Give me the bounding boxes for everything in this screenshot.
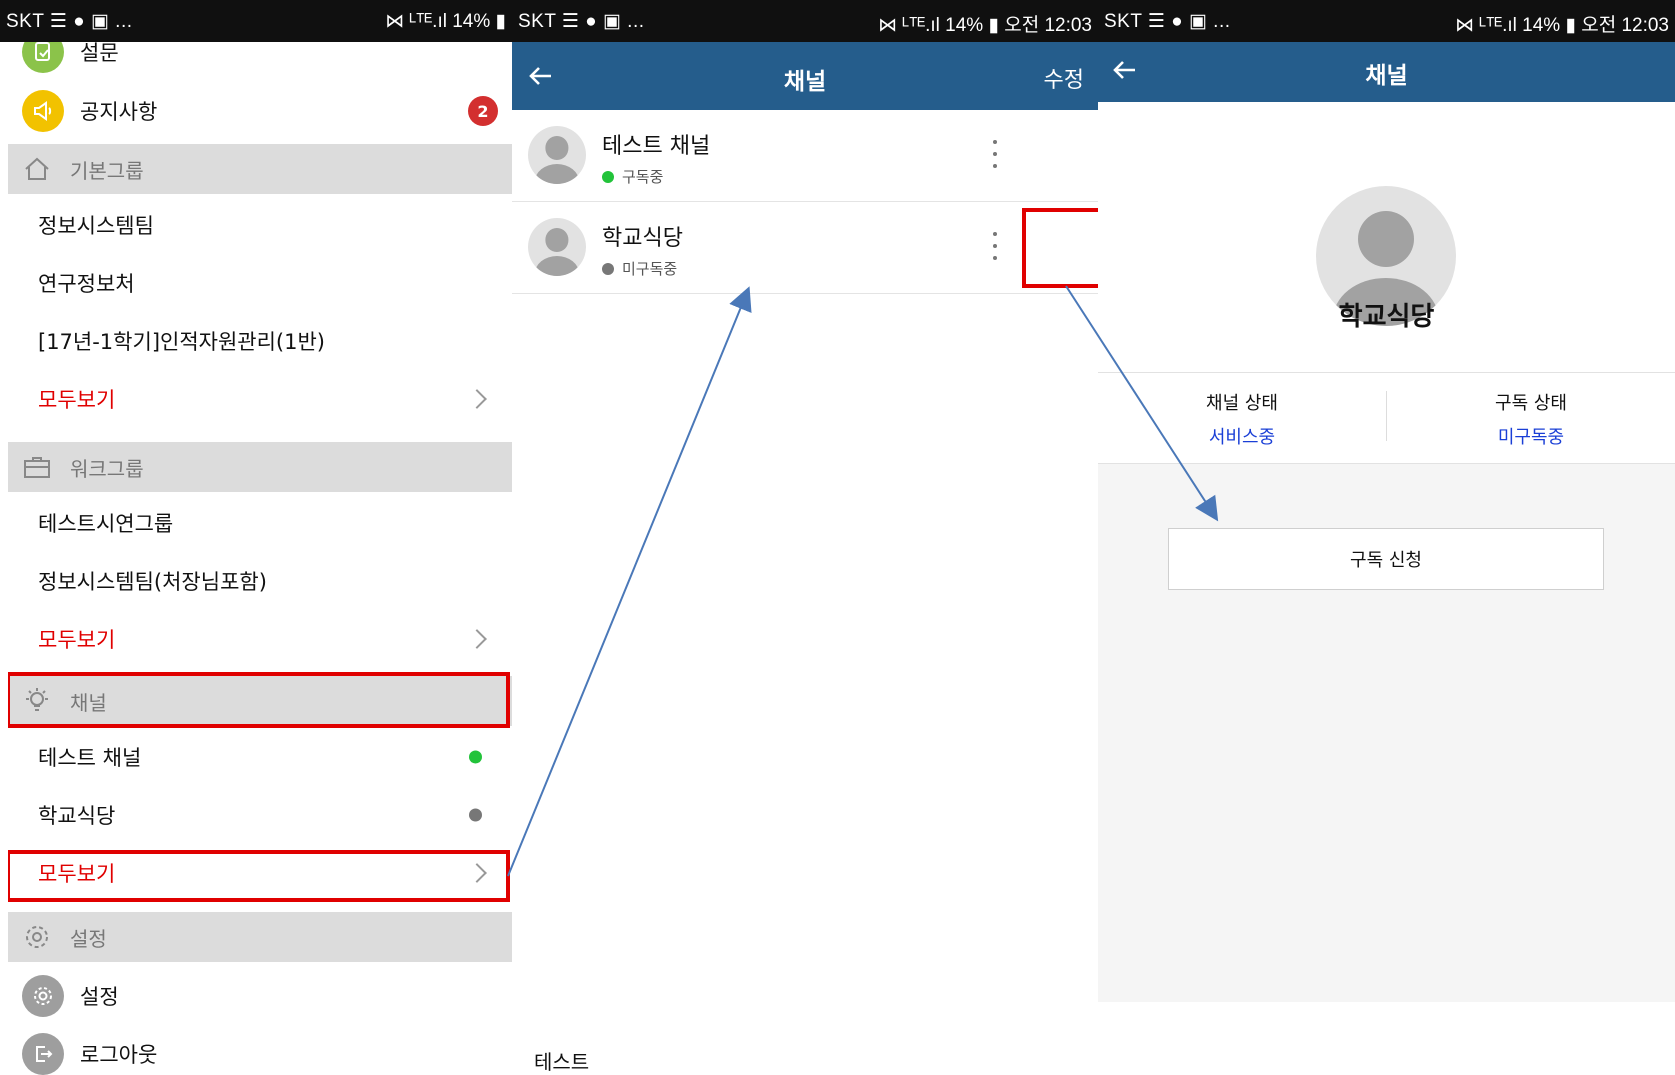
see-all-label: 모두보기 (38, 628, 116, 652)
list-item-label: 학교식당 (38, 804, 116, 828)
status-text: 미구독중 (622, 260, 678, 278)
more-options-icon[interactable] (992, 232, 998, 260)
status-left: SKT ☰ ● ▣ ... (1104, 11, 1231, 32)
status-dot (602, 262, 614, 275)
notice-count-badge: 2 (468, 96, 498, 126)
status-left: SKT ☰ ● ▣ ... (518, 11, 645, 32)
list-item[interactable]: 연구정보처 (8, 254, 512, 312)
list-item-label: 정보시스템팀 (38, 214, 154, 238)
section-title: 기본그룹 (70, 158, 144, 183)
section-title: 워크그룹 (70, 456, 144, 481)
survey-icon (22, 42, 64, 73)
list-item[interactable]: [17년-1학기]인적자원관리(1반) (8, 312, 512, 370)
channel-name: 학교식당 (1338, 302, 1435, 332)
status-right: ⋈ ᴸᵀᴱ.ıl 14% ▮ 오전 12:03 (1455, 15, 1669, 36)
channel-state-value: 서비스중 (1208, 427, 1276, 448)
section-header-settings: 설정 (8, 912, 512, 962)
status-right: ⋈ ᴸᵀᴱ.ıl 14% ▮ 오전 12:03 (878, 15, 1092, 36)
edit-button[interactable]: 수정 (1044, 62, 1084, 94)
gear-icon (22, 975, 64, 1017)
status-text: 구독중 (622, 168, 664, 186)
briefcase-icon (22, 452, 52, 482)
channel-row[interactable]: 테스트 채널 구독중 (512, 110, 1098, 202)
subscribed-status-dot (469, 750, 482, 764)
menu-item-label: 로그아웃 (80, 1043, 158, 1067)
unsubscribed-status-dot (469, 808, 482, 822)
list-item-label: [17년-1학기]인적자원관리(1반) (38, 330, 325, 354)
subscribe-state-label: 구독 상태 (1495, 393, 1567, 414)
chevron-right-icon (467, 389, 487, 409)
side-menu-panel: 설문 공지사항 2 기본그룹 정보시스템팀 연구정보처 [17년-1학기]인적자… (8, 42, 512, 1075)
home-icon (22, 154, 52, 184)
status-bar: SKT ☰ ● ▣ ... ⋈ ᴸᵀᴱ.ıl 14% ▮ 오전 12:03 (512, 0, 1098, 42)
status-right: ⋈ ᴸᵀᴱ.ıl 14% ▮ (385, 11, 506, 32)
section-header-work-group: 워크그룹 (8, 442, 512, 492)
list-item-label: 연구정보처 (38, 272, 135, 296)
menu-item-label: 설문 (80, 42, 119, 65)
highlight-box-see-all (8, 850, 510, 902)
chevron-right-icon (467, 629, 487, 649)
menu-item-label: 공지사항 (80, 100, 158, 124)
section-header-basic-group: 기본그룹 (8, 144, 512, 194)
section-title: 설정 (70, 926, 107, 951)
channel-detail-panel: 채널 학교식당 채널 상태 서비스중 구독 상태 미구독중 구독 신청 (1098, 42, 1675, 1002)
subscribe-state-value: 미구독중 (1497, 427, 1565, 448)
status-left: SKT ☰ ● ▣ ... (6, 11, 133, 32)
status-dot (602, 170, 614, 183)
gear-icon (22, 922, 52, 952)
channel-status: 미구독중 (602, 258, 677, 279)
megaphone-icon (22, 90, 64, 132)
channel-list-panel: 채널 수정 테스트 채널 구독중 학교식당 미구독중 테스트 (512, 42, 1098, 1075)
status-bar: SKT ☰ ● ▣ ... ⋈ ᴸᵀᴱ.ıl 14% ▮ (0, 0, 512, 42)
menu-item-settings[interactable]: 설정 (8, 968, 512, 1024)
subscribe-button[interactable]: 구독 신청 (1168, 528, 1604, 590)
channel-row[interactable]: 학교식당 미구독중 (512, 202, 1098, 294)
menu-item-survey[interactable]: 설문 (8, 42, 512, 76)
list-item[interactable]: 정보시스템팀 (8, 196, 512, 254)
list-item-label: 테스트시연그룹 (38, 512, 174, 536)
channel-item[interactable]: 테스트 채널 (8, 728, 512, 786)
channel-state: 채널 상태 서비스중 (1098, 373, 1386, 465)
more-options-icon[interactable] (992, 140, 998, 168)
subscribe-state: 구독 상태 미구독중 (1387, 373, 1675, 465)
channel-name: 학교식당 (602, 226, 683, 251)
highlight-box-more-options (1022, 208, 1098, 288)
channel-name: 테스트 채널 (602, 134, 711, 159)
highlight-box-channel-header (8, 672, 510, 728)
footer-text: 테스트 (534, 1050, 590, 1074)
avatar (528, 218, 586, 276)
app-bar: 채널 수정 (512, 42, 1098, 110)
see-all-work-group[interactable]: 모두보기 (8, 610, 512, 668)
menu-item-logout[interactable]: 로그아웃 (8, 1026, 512, 1075)
logout-icon (22, 1033, 64, 1075)
avatar (528, 126, 586, 184)
app-bar: 채널 (1098, 42, 1675, 102)
see-all-label: 모두보기 (38, 388, 116, 412)
see-all-basic-group[interactable]: 모두보기 (8, 370, 512, 428)
page-title: 채널 (1365, 63, 1408, 89)
list-item-label: 정보시스템팀(처장님포함) (38, 570, 267, 594)
list-item[interactable]: 정보시스템팀(처장님포함) (8, 552, 512, 610)
channel-info: 채널 상태 서비스중 구독 상태 미구독중 (1098, 372, 1675, 464)
channel-status: 구독중 (602, 166, 663, 187)
list-item-label: 테스트 채널 (38, 746, 142, 770)
menu-item-notice[interactable]: 공지사항 2 (8, 86, 512, 136)
menu-item-label: 설정 (80, 985, 119, 1009)
status-bar: SKT ☰ ● ▣ ... ⋈ ᴸᵀᴱ.ıl 14% ▮ 오전 12:03 (1098, 0, 1675, 42)
channel-item[interactable]: 학교식당 (8, 786, 512, 844)
list-item[interactable]: 테스트시연그룹 (8, 494, 512, 552)
page-title: 채널 (783, 69, 827, 95)
channel-state-label: 채널 상태 (1206, 393, 1278, 414)
